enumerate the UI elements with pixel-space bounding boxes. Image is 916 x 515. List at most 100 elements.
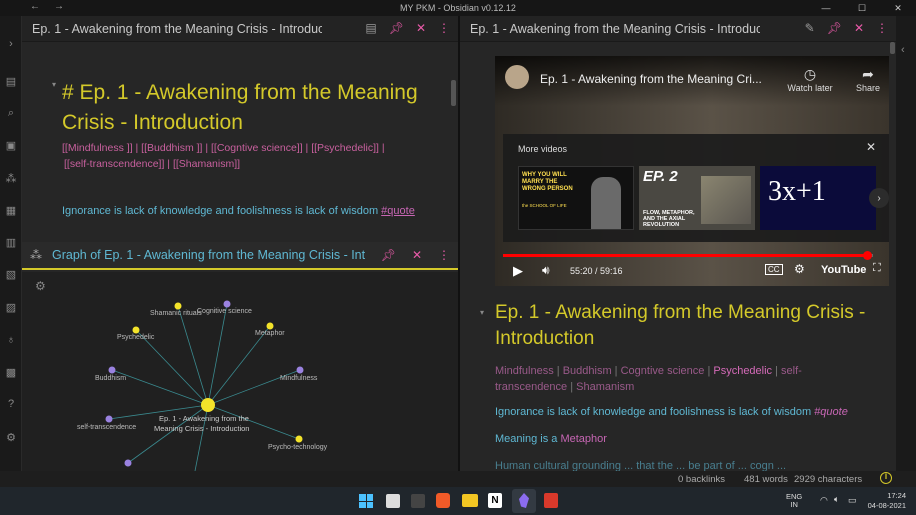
brave-browser-icon[interactable] <box>436 493 450 508</box>
right-body-line2: Meaning is a Metaphor <box>495 433 607 445</box>
task-view-icon[interactable] <box>386 494 400 508</box>
suggested-video-3[interactable]: 3x+1 <box>760 166 876 230</box>
left-scrollbar[interactable] <box>451 80 456 106</box>
widgets-icon[interactable] <box>411 494 425 508</box>
audio-recorder-icon[interactable]: ♁ <box>3 332 19 348</box>
tag-link[interactable]: Psychedelic <box>713 365 772 377</box>
graph-label: Psycho-technology <box>268 444 328 451</box>
channel-avatar[interactable] <box>505 65 529 89</box>
next-suggestions-chevron-icon[interactable]: › <box>869 188 889 208</box>
share-arrow-icon: ➦ <box>862 66 874 82</box>
suggested-video-2[interactable]: EP. 2 FLOW, METAPHOR, AND THE AXIAL REVO… <box>639 166 755 230</box>
collapse-right-chevron-icon[interactable]: ‹ <box>901 44 905 56</box>
graph-node-current-note <box>201 398 215 412</box>
watch-later-button[interactable]: ◷ Watch later <box>783 66 837 93</box>
quick-switcher-icon[interactable]: ▣ <box>3 137 19 153</box>
graph-label: Meaning Crisis - Introduction <box>154 424 250 433</box>
graph-close-icon[interactable]: ✕ <box>412 248 422 262</box>
youtube-logo[interactable]: YouTube <box>821 264 866 276</box>
edit-pencil-icon[interactable]: ✎ <box>805 21 815 35</box>
right-pin-icon[interactable]: 📌︎ <box>827 21 842 35</box>
language-indicator[interactable]: ENG IN <box>786 493 802 509</box>
right-note-header: Ep. 1 - Awakening from the Meaning Crisi… <box>460 16 896 42</box>
close-window-icon[interactable]: ✕ <box>880 0 916 16</box>
play-icon[interactable]: ▶ <box>513 263 523 279</box>
publish-icon[interactable]: ▩ <box>3 364 19 380</box>
starred-icon[interactable]: ▧ <box>3 266 19 282</box>
more-videos-close-icon[interactable]: ✕ <box>866 140 876 154</box>
right-fold-arrow-icon[interactable]: ▾ <box>480 308 484 317</box>
file-explorer-taskbar-icon[interactable] <box>462 494 478 507</box>
right-note-tab-title[interactable]: Ep. 1 - Awakening from the Meaning Crisi… <box>470 22 760 36</box>
pin-icon[interactable]: 📌︎ <box>389 21 404 35</box>
word-count: 481 words <box>744 474 788 485</box>
tag-link[interactable]: Buddhism <box>563 365 612 377</box>
metaphor-link[interactable]: Metaphor <box>560 433 606 445</box>
clock[interactable]: 17:24 04-08-2021 <box>862 491 906 511</box>
app-icon[interactable] <box>544 493 558 508</box>
left-tags: [[Mindfulness ]] | [[Buddhism ]] | [[Cog… <box>62 142 385 170</box>
youtube-embed[interactable]: Ep. 1 - Awakening from the Meaning Cri..… <box>495 56 889 286</box>
wifi-icon[interactable]: ◠ <box>820 495 828 506</box>
volume-icon[interactable]: 🔊︎ <box>542 263 550 278</box>
right-heading: Ep. 1 - Awakening from the Meaning Crisi… <box>495 302 866 349</box>
share-button[interactable]: ➦ Share <box>850 66 886 93</box>
more-videos-label: More videos <box>518 144 568 154</box>
right-body-line3: Human cultural grounding ... that the ..… <box>495 460 787 471</box>
graph-node-metaphor <box>266 322 274 330</box>
suggested-video-1[interactable]: WHY YOU WILL MARRY THE WRONG PERSON the … <box>518 166 634 230</box>
slides-icon[interactable]: ▨ <box>3 299 19 315</box>
graph-label: Cognitive science <box>197 308 252 315</box>
left-note-tab-title[interactable]: Ep. 1 - Awakening from the Meaning Crisi… <box>32 22 322 36</box>
search-icon[interactable]: ⌕ <box>3 105 19 121</box>
thumb1-title: WHY YOU WILL MARRY THE WRONG PERSON <box>522 172 573 192</box>
graph-canvas[interactable]: ⚙ Shamanic rituals Cognitive science Psy… <box>22 272 458 471</box>
right-more-icon[interactable]: ⋮ <box>876 21 888 35</box>
graph-tab-title[interactable]: Graph of Ep. 1 - Awakening from the Mean… <box>52 248 372 262</box>
battery-icon[interactable]: ▭ <box>848 495 857 506</box>
thumb2-title: EP. 2 <box>643 168 678 185</box>
graph-label: Buddhism <box>95 375 127 382</box>
character-count: 2929 characters <box>794 474 863 485</box>
notion-icon[interactable]: N <box>488 493 502 508</box>
sync-status-icon[interactable]: ‖ <box>880 472 892 484</box>
tag-link[interactable]: Mindfulness <box>495 365 554 377</box>
backlinks-count[interactable]: 0 backlinks <box>678 474 725 485</box>
tag-link[interactable]: Shamanism <box>576 381 634 393</box>
left-heading: # Ep. 1 - Awakening from the Meaning Cri… <box>62 81 418 134</box>
captions-icon[interactable]: CC <box>765 264 783 275</box>
reading-mode-icon[interactable]: ▤ <box>365 21 376 35</box>
right-rail: ‹ <box>896 16 916 471</box>
clock-icon: ◷ <box>803 66 817 82</box>
graph-pin-icon[interactable]: 📌︎ <box>381 248 396 262</box>
settings-gear-icon[interactable]: ⚙ <box>3 429 19 445</box>
fullscreen-icon[interactable]: ⛶ <box>873 262 881 275</box>
graph-view-icon[interactable]: ⁂ <box>3 170 19 186</box>
right-scrollbar[interactable] <box>890 42 895 54</box>
fold-arrow-icon[interactable]: ▾ <box>52 80 56 89</box>
graph-node-extra <box>124 459 132 467</box>
windows-taskbar: N ENG IN ◠ 🔈︎ ▭ 17:24 04-08-2021 <box>0 487 916 515</box>
expand-chevron-icon[interactable]: › <box>3 36 19 52</box>
file-explorer-icon[interactable]: ▤ <box>3 73 19 89</box>
quote-tag[interactable]: #quote <box>381 205 415 217</box>
video-settings-gear-icon[interactable]: ⚙ <box>794 262 805 276</box>
more-options-icon[interactable]: ⋮ <box>438 21 450 35</box>
tag-link[interactable]: Cogntive science <box>621 365 705 377</box>
minimize-icon[interactable]: — <box>808 0 844 16</box>
daily-note-icon[interactable]: ▦ <box>3 202 19 218</box>
help-icon[interactable]: ? <box>3 396 19 412</box>
close-pane-icon[interactable]: ✕ <box>416 21 426 35</box>
windows-start-icon[interactable] <box>359 494 373 508</box>
right-close-icon[interactable]: ✕ <box>854 21 864 35</box>
video-title[interactable]: Ep. 1 - Awakening from the Meaning Cri..… <box>540 72 762 86</box>
obsidian-active-tile[interactable] <box>512 489 536 513</box>
graph-label: self-transcendence <box>77 424 137 431</box>
graph-more-icon[interactable]: ⋮ <box>438 248 450 262</box>
right-quote-tag[interactable]: #quote <box>814 406 848 418</box>
templates-icon[interactable]: ▥ <box>3 234 19 250</box>
video-progress-track[interactable] <box>503 254 873 257</box>
thumb3-title: 3x+1 <box>768 176 826 207</box>
maximize-icon[interactable]: ☐ <box>844 0 880 16</box>
speaker-icon[interactable]: 🔈︎ <box>834 494 839 505</box>
